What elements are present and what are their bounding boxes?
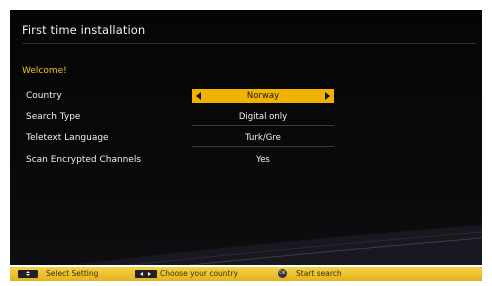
installation-screen: First time installation Welcome! Country…	[10, 10, 482, 265]
setting-row-teletext-language[interactable]: Teletext Language Turk/Gre	[10, 131, 482, 147]
right-arrow-icon[interactable]	[325, 92, 330, 100]
title-divider	[22, 43, 476, 44]
page-title: First time installation	[22, 23, 146, 37]
value-underline	[192, 146, 334, 147]
setting-label: Country	[26, 91, 62, 101]
setting-value[interactable]: Digital only	[192, 110, 334, 124]
welcome-text: Welcome!	[22, 66, 67, 76]
footer-help-bar: Select Setting Choose your country OK St…	[10, 267, 482, 281]
setting-row-scan-encrypted[interactable]: Scan Encrypted Channels Yes	[10, 153, 482, 169]
footer-start-search: Start search	[296, 269, 342, 278]
setting-label: Teletext Language	[26, 133, 109, 143]
setting-row-search-type[interactable]: Search Type Digital only	[10, 110, 482, 126]
left-right-key-icon	[135, 270, 157, 278]
setting-label: Scan Encrypted Channels	[26, 155, 142, 165]
value-underline	[192, 125, 334, 126]
ok-button-icon: OK	[278, 269, 287, 278]
setting-value[interactable]: Turk/Gre	[192, 131, 334, 145]
footer-select-setting: Select Setting	[46, 269, 99, 278]
up-down-key-icon	[18, 270, 38, 278]
setting-value[interactable]: Yes	[192, 153, 334, 167]
setting-row-country[interactable]: Country Norway	[10, 89, 482, 105]
country-selector[interactable]: Norway	[192, 89, 334, 103]
left-arrow-icon[interactable]	[196, 92, 201, 100]
footer-choose-country: Choose your country	[160, 269, 239, 278]
setting-label: Search Type	[26, 112, 81, 122]
setting-value: Norway	[246, 91, 280, 101]
